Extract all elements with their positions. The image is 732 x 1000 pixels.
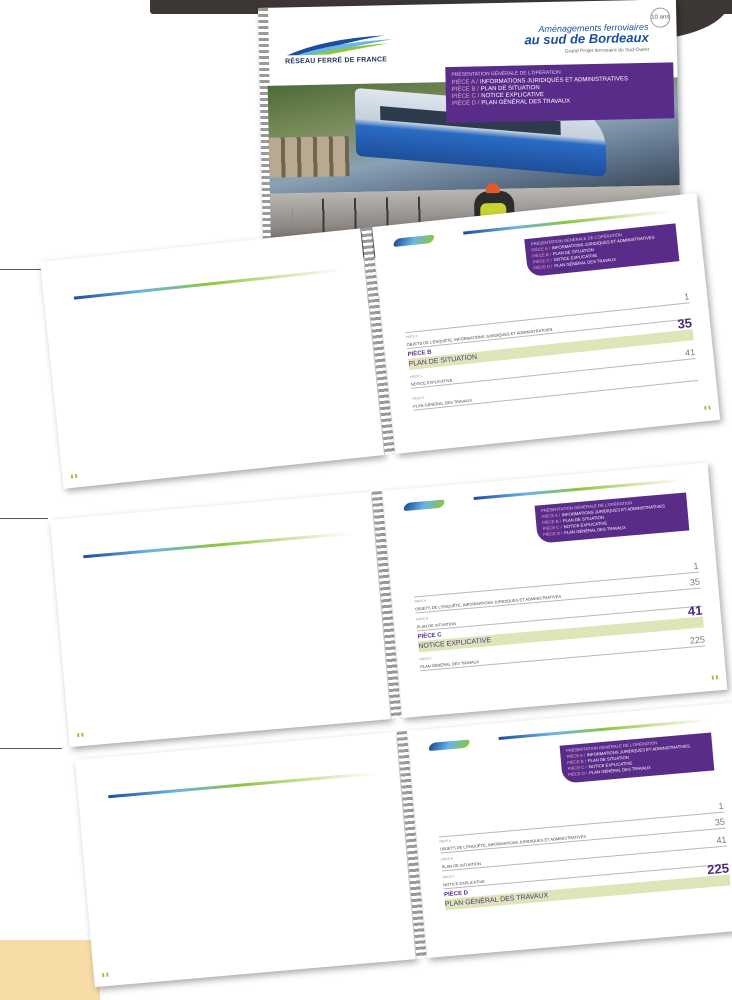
cover-subtitle: Grand Projet ferroviaire du Sud-Ouest <box>564 46 650 55</box>
spread-contents-box: PRÉSENTATION GÉNÉRALE DE L'OPÉRATION PIÈ… <box>559 732 715 784</box>
spread-3: ▮ ▮ PRÉSENTATION GÉNÉRALE DE L'OPÉRATION… <box>75 702 732 988</box>
footer-dots: ▮ ▮ <box>70 473 78 480</box>
header-stripe <box>73 268 343 300</box>
mini-rff-logo-icon <box>392 234 436 248</box>
cover-contents-box: PRÉSENTATION GÉNÉRALE DE L'OPÉRATION PIÈ… <box>445 62 675 124</box>
viaduct-shape <box>268 136 350 178</box>
hard-hat-icon <box>485 182 500 194</box>
divider-line-2 <box>0 518 48 519</box>
peach-block <box>0 940 100 1000</box>
footer-dots: ▮ ▮ <box>703 404 712 412</box>
spread-1-left-page: ▮ ▮ <box>40 228 385 489</box>
header-stripe <box>108 771 378 799</box>
footer-dots: ▮ ▮ <box>101 971 110 979</box>
header-stripe <box>83 531 353 559</box>
footer-dots: ▮ ▮ <box>76 731 85 739</box>
spread-1: ▮ ▮ PRÉSENTATION GÉNÉRALE DE L'OPÉRATION… <box>40 193 721 489</box>
spread-2-left-page: ▮ ▮ <box>50 491 391 748</box>
spread-contents-box: PRÉSENTATION GÉNÉRALE DE L'OPÉRATION PIÈ… <box>524 223 680 278</box>
mini-rff-logo-icon <box>402 499 447 512</box>
spread-contents-box: PRÉSENTATION GÉNÉRALE DE L'OPÉRATION PIÈ… <box>534 492 690 544</box>
mini-rff-logo-icon <box>427 739 472 752</box>
org-name: RÉSEAU FERRÉ DE FRANCE <box>285 56 388 66</box>
divider-line-3 <box>0 748 62 749</box>
anniversary-badge: 10 ans <box>650 7 671 28</box>
spread-3-right-page: PRÉSENTATION GÉNÉRALE DE L'OPÉRATION PIÈ… <box>407 702 732 959</box>
spread-3-left-page: ▮ ▮ <box>75 731 416 988</box>
spread-2: ▮ ▮ PRÉSENTATION GÉNÉRALE DE L'OPÉRATION… <box>50 462 728 748</box>
spread-1-right-page: PRÉSENTATION GÉNÉRALE DE L'OPÉRATION PIÈ… <box>372 193 721 454</box>
footer-dots: ▮ ▮ <box>711 674 719 681</box>
cover-title-line2: au sud de Bordeaux <box>524 29 649 48</box>
rff-logo-icon <box>286 35 393 56</box>
spread-2-right-page: PRÉSENTATION GÉNÉRALE DE L'OPÉRATION PIÈ… <box>382 462 728 719</box>
